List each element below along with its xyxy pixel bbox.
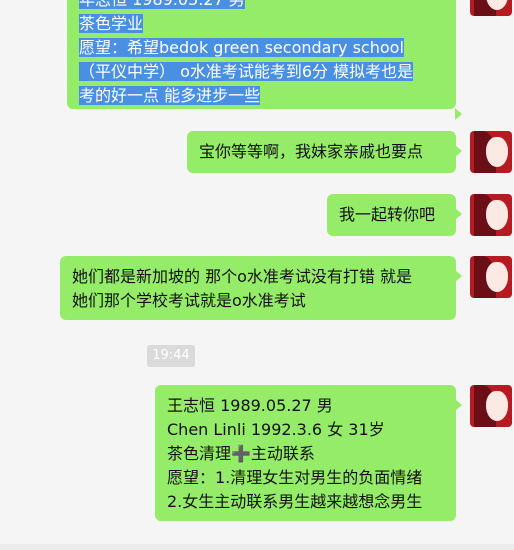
message-line: 考的好一点 能多进步一些 [79, 86, 261, 105]
message-line: 王志恒 1989.05.27 男 [167, 396, 333, 415]
message-line: 她们都是新加坡的 那个o水准考试没有打错 就是 [72, 267, 412, 286]
timestamp: 19:44 [147, 345, 195, 367]
message-line: 年志恒 1989.05.27 男 [79, 0, 444, 12]
message-line: Chen Linli 1992.3.6 女 31岁 [167, 420, 385, 439]
avatar[interactable] [470, 256, 512, 298]
message-line: （平仪中学） o水准考试能考到6分 模拟考也是 [79, 62, 414, 81]
message-line: 愿望：希望bedok green secondary school [79, 38, 404, 57]
avatar-face [486, 262, 508, 292]
message-bubble-transfer[interactable]: 我一起转你吧 [327, 194, 462, 236]
chat-history[interactable]: 年志恒 1989.05.27 男 茶色学业 愿望：希望bedok green s… [0, 0, 514, 550]
avatar[interactable] [470, 0, 512, 16]
message-line: 宝你等等啊，我妹家亲戚也要点 [199, 142, 424, 161]
message-line: 2.女生主动联系男生越来越想念男生 [167, 492, 423, 511]
message-line: 茶色清理➕主动联系 [167, 444, 315, 463]
avatar[interactable] [470, 194, 512, 236]
message-line: 愿望：1.清理女生对男生的负面情绪 [167, 468, 423, 487]
message-bubble-wish-2[interactable]: 王志恒 1989.05.27 男 Chen Linli 1992.3.6 女 3… [155, 385, 462, 521]
avatar[interactable] [470, 385, 512, 427]
message-line: 茶色学业 [79, 14, 144, 33]
message-bubble-wish-1[interactable]: 年志恒 1989.05.27 男 茶色学业 愿望：希望bedok green s… [67, 0, 462, 120]
avatar-face [486, 200, 508, 230]
message-line: 我一起转你吧 [339, 205, 436, 224]
input-area-border [0, 544, 514, 550]
message-line: 她们那个学校考试就是o水准考试 [72, 291, 306, 310]
message-bubble-wait[interactable]: 宝你等等啊，我妹家亲戚也要点 [187, 131, 462, 173]
avatar[interactable] [470, 131, 512, 173]
avatar-face [486, 137, 508, 167]
avatar-face [486, 391, 508, 421]
message-bubble-singapore[interactable]: 她们都是新加坡的 那个o水准考试没有打错 就是 她们那个学校考试就是o水准考试 [60, 256, 462, 320]
